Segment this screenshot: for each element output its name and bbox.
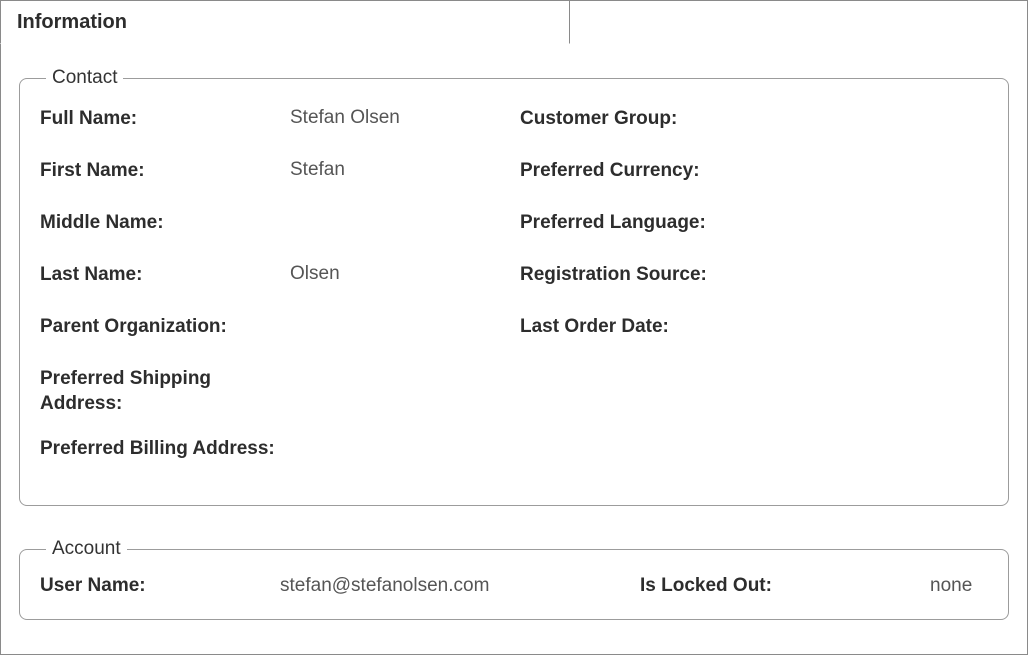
account-legend: Account [46, 538, 127, 560]
tab-information[interactable]: Information [0, 0, 570, 44]
field-row-first-name: First Name: Stefan [40, 155, 520, 207]
tab-label: Information [17, 11, 127, 34]
first-name-label: First Name: [40, 159, 290, 184]
last-order-label: Last Order Date: [520, 315, 820, 340]
pref-billing-label: Preferred Billing Address: [40, 437, 300, 462]
pref-currency-label: Preferred Currency: [520, 159, 820, 184]
field-row-last-order: Last Order Date: [520, 311, 988, 363]
field-row-full-name: Full Name: Stefan Olsen [40, 103, 520, 155]
field-row-middle-name: Middle Name: [40, 207, 520, 259]
user-name-label: User Name: [40, 574, 280, 599]
field-row-customer-group: Customer Group: [520, 103, 988, 155]
locked-out-label: Is Locked Out: [640, 574, 930, 599]
field-row-parent-org: Parent Organization: [40, 311, 520, 363]
contact-legend: Contact [46, 67, 123, 89]
customer-group-label: Customer Group: [520, 107, 820, 132]
last-name-label: Last Name: [40, 263, 290, 288]
pref-shipping-label: Preferred Shipping Address: [40, 367, 240, 416]
information-panel: Information Contact Full Name: Stefan Ol… [0, 0, 1028, 655]
pref-language-label: Preferred Language: [520, 211, 820, 236]
first-name-value: Stefan [290, 159, 345, 181]
contact-fieldset: Contact Full Name: Stefan Olsen First Na… [19, 67, 1009, 506]
field-row-pref-billing: Preferred Billing Address: [40, 433, 520, 485]
full-name-label: Full Name: [40, 107, 290, 132]
field-row-pref-language: Preferred Language: [520, 207, 988, 259]
account-fieldset: Account User Name: stefan@stefanolsen.co… [19, 538, 1009, 620]
full-name-value: Stefan Olsen [290, 107, 400, 129]
user-name-value: stefan@stefanolsen.com [280, 575, 640, 597]
contact-grid: Full Name: Stefan Olsen First Name: Stef… [40, 93, 988, 485]
field-row-last-name: Last Name: Olsen [40, 259, 520, 311]
account-grid: User Name: stefan@stefanolsen.com Is Loc… [40, 564, 988, 599]
middle-name-label: Middle Name: [40, 211, 290, 236]
contact-column-right: Customer Group: Preferred Currency: Pref… [520, 103, 988, 485]
locked-out-value: none [930, 575, 988, 597]
field-row-reg-source: Registration Source: [520, 259, 988, 311]
field-row-pref-shipping: Preferred Shipping Address: [40, 363, 520, 433]
parent-org-label: Parent Organization: [40, 315, 290, 340]
reg-source-label: Registration Source: [520, 263, 820, 288]
tab-strip: Information [1, 1, 1027, 43]
field-row-pref-currency: Preferred Currency: [520, 155, 988, 207]
panel-content: Contact Full Name: Stefan Olsen First Na… [1, 43, 1027, 620]
contact-column-left: Full Name: Stefan Olsen First Name: Stef… [40, 103, 520, 485]
last-name-value: Olsen [290, 263, 340, 285]
